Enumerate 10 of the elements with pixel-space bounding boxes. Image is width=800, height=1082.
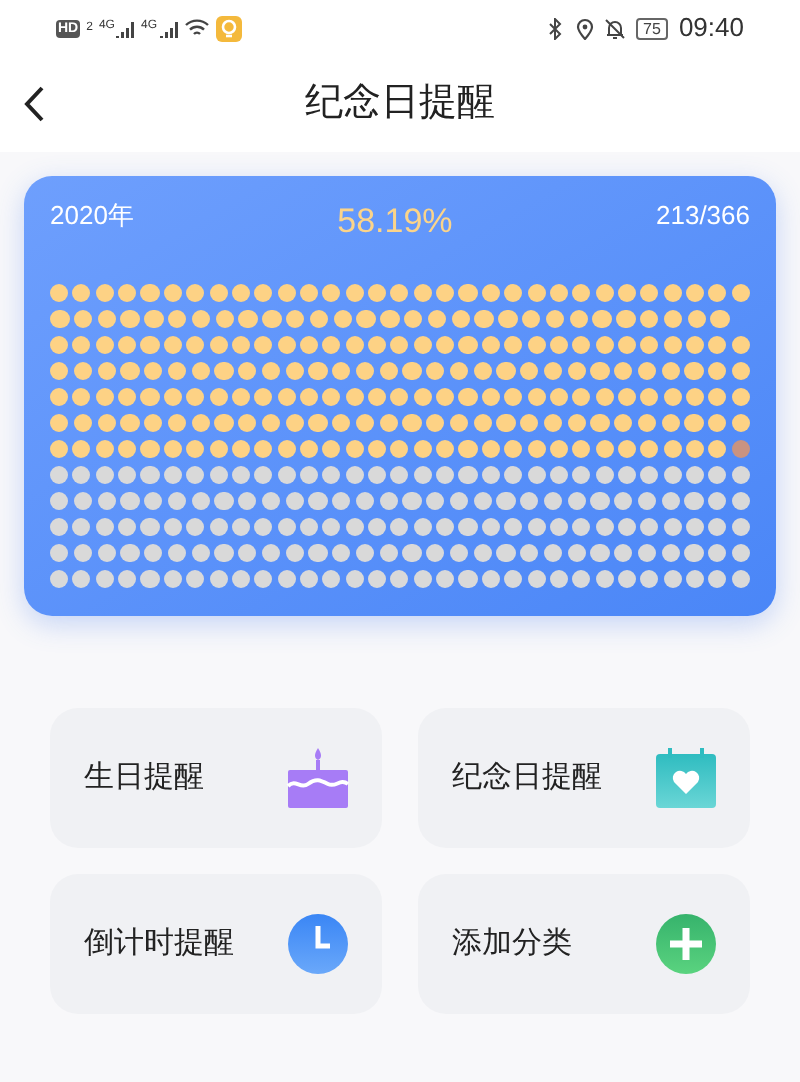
progress-percent: 58.19%	[337, 200, 453, 244]
battery-indicator: 75	[635, 17, 669, 39]
category-button[interactable]: 倒计时提醒	[50, 874, 382, 1014]
clock-time: 09:40	[678, 10, 744, 47]
category-button[interactable]: 生日提醒	[50, 708, 382, 848]
page-title: 纪念日提醒	[305, 79, 495, 128]
category-button[interactable]: 纪念日提醒	[418, 708, 750, 848]
category-button[interactable]: 添加分类	[418, 874, 750, 1014]
year-label: 2020年	[50, 198, 134, 234]
day-count: 213/366	[656, 198, 750, 234]
